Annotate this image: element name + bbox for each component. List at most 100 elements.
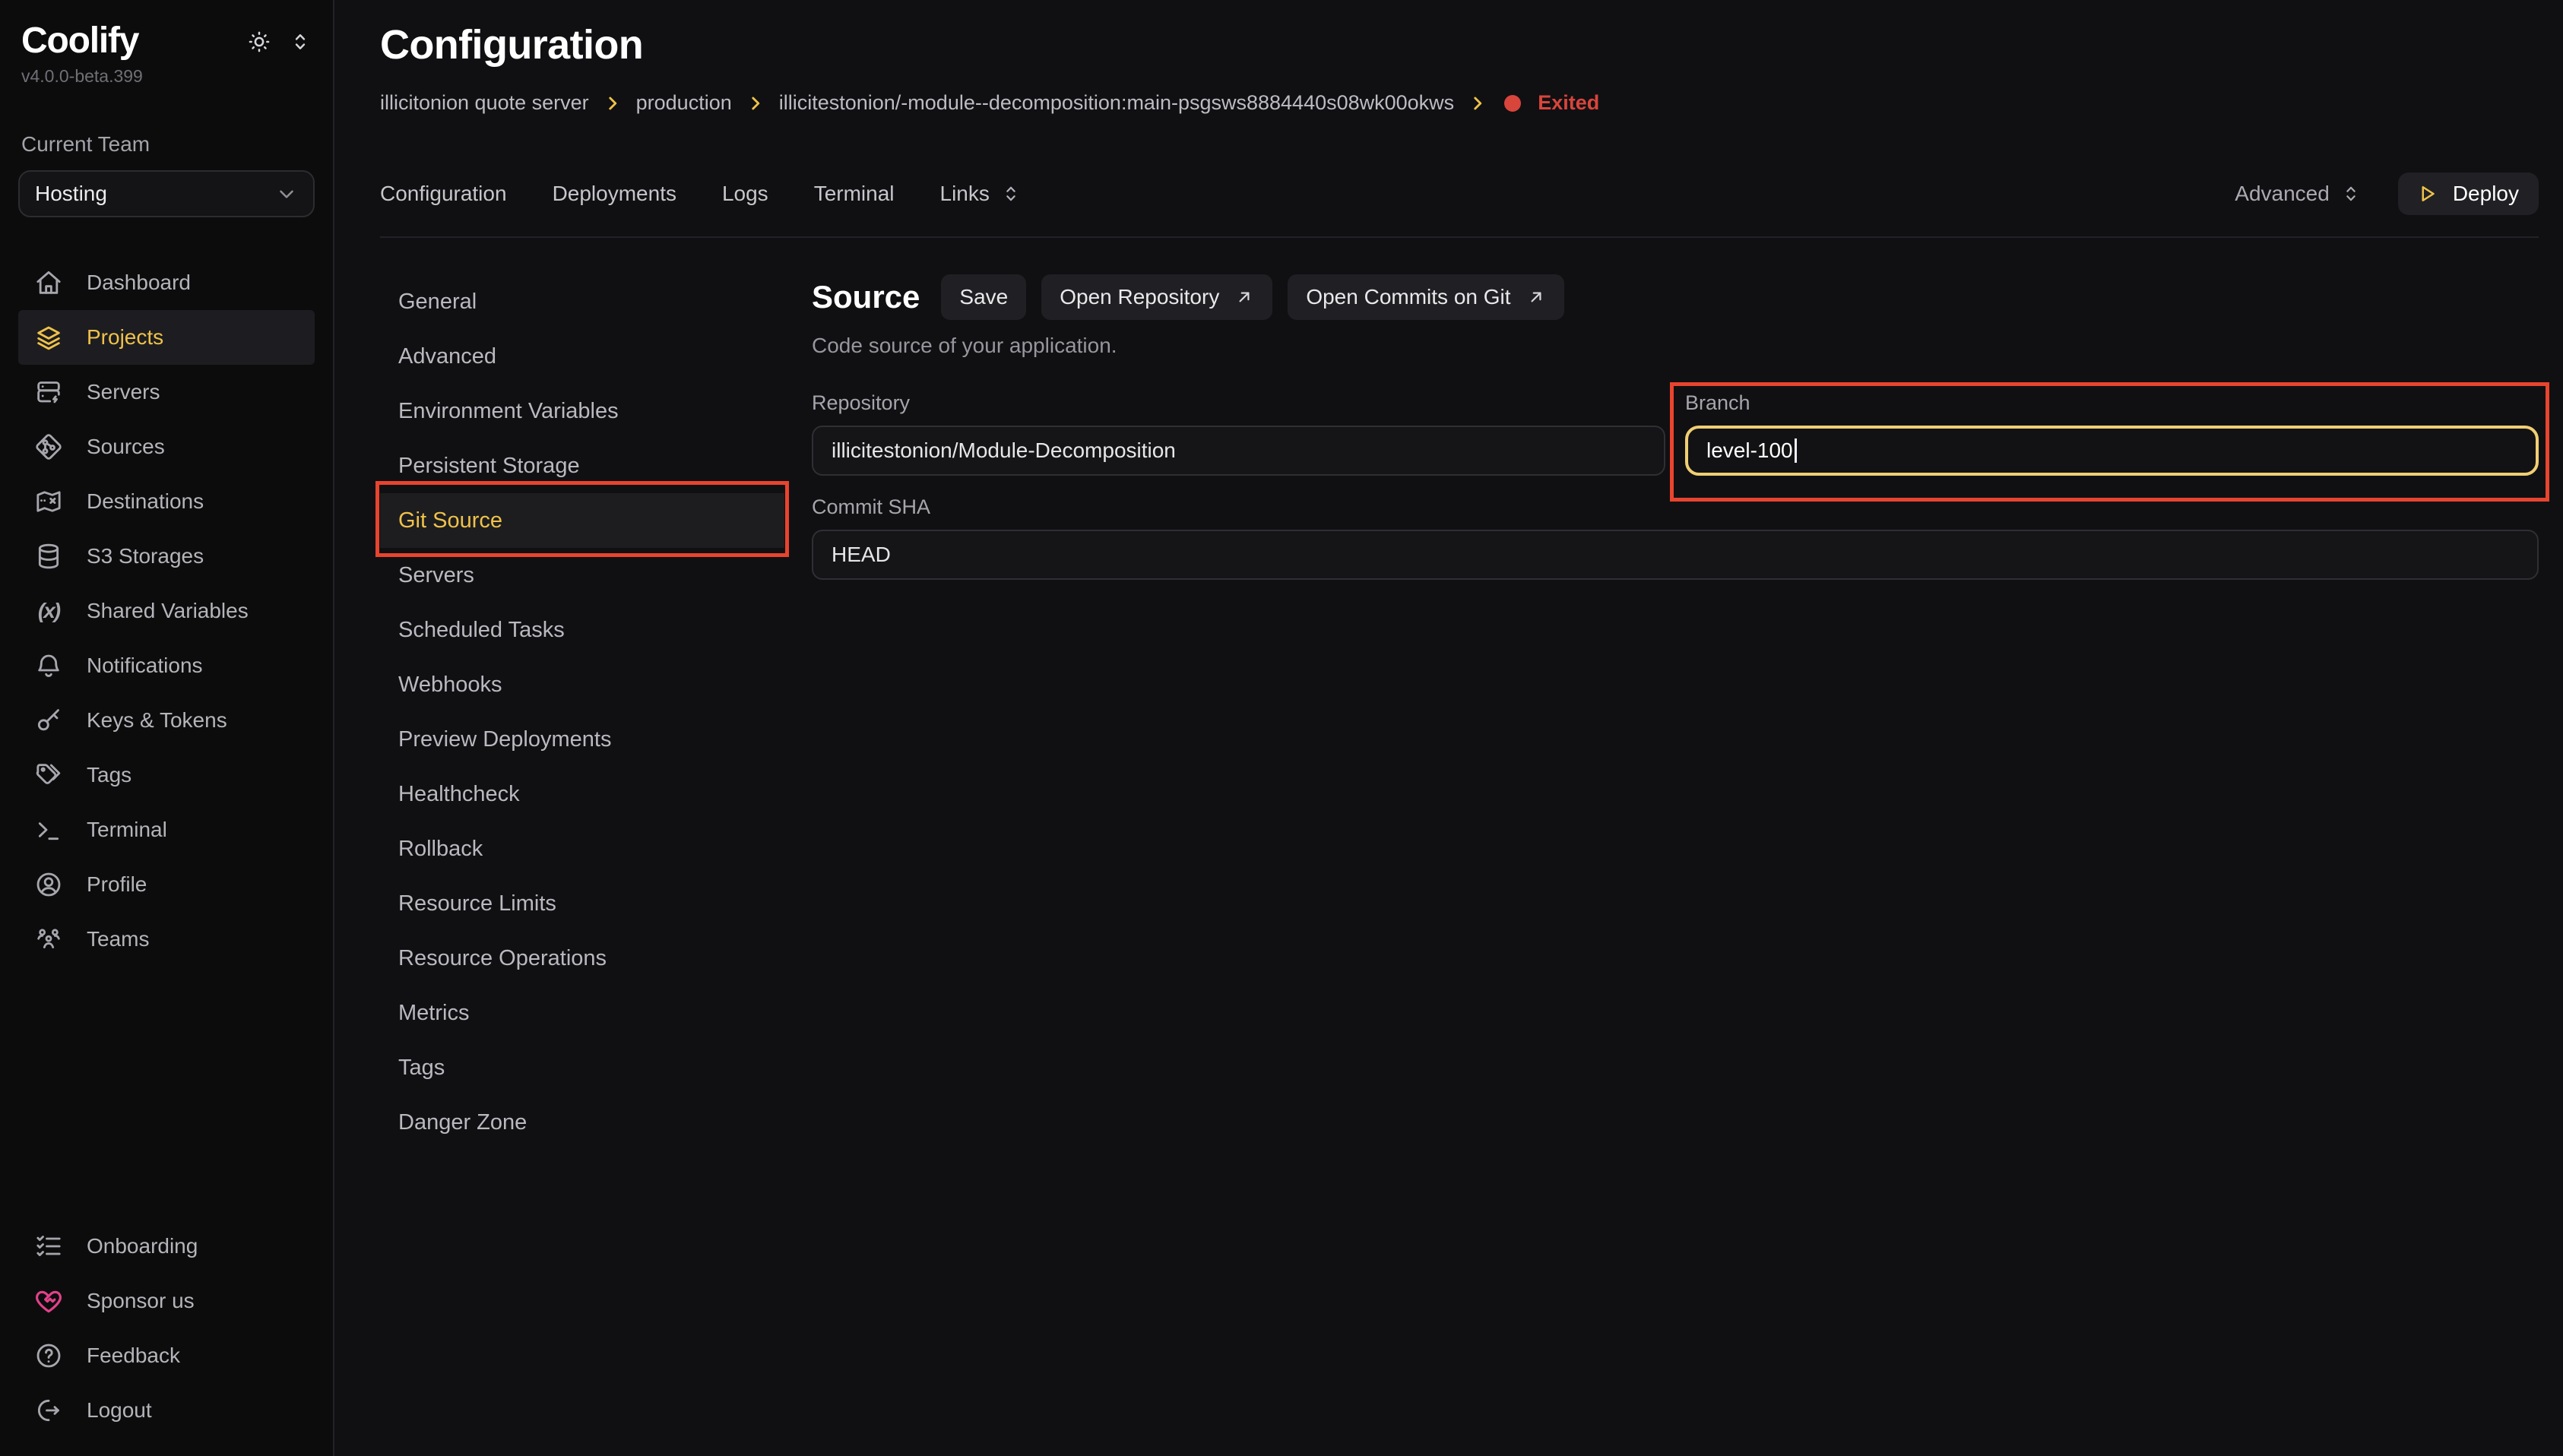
team-select-value: Hosting — [35, 182, 107, 206]
subnav-item-servers[interactable]: Servers — [380, 548, 784, 603]
subnav-item-advanced[interactable]: Advanced — [380, 329, 784, 384]
key-icon — [33, 705, 64, 736]
commit-sha-input[interactable] — [812, 530, 2539, 580]
save-button[interactable]: Save — [941, 274, 1026, 320]
deploy-button[interactable]: Deploy — [2398, 173, 2539, 215]
logo-row: Coolify — [18, 21, 315, 62]
section-description: Code source of your application. — [812, 334, 2539, 358]
sidebar-item-sources[interactable]: Sources — [18, 419, 315, 474]
subnav-item-metrics[interactable]: Metrics — [380, 986, 784, 1040]
sidebar-nav: Dashboard Projects Servers Sources Desti… — [18, 255, 315, 967]
sidebar-footer-nav: Onboarding Sponsor us Feedback Logout — [18, 1219, 315, 1438]
sidebar-item-keys-tokens[interactable]: Keys & Tokens — [18, 693, 315, 748]
heart-handshake-icon — [33, 1286, 64, 1316]
subnav-item-resource-operations[interactable]: Resource Operations — [380, 931, 784, 986]
tab-logs[interactable]: Logs — [722, 182, 768, 206]
sidebar-item-shared-variables[interactable]: (x) Shared Variables — [18, 584, 315, 638]
server-icon — [33, 377, 64, 407]
commit-sha-field-group: Commit SHA — [812, 495, 2539, 580]
sidebar-item-s3-storages[interactable]: S3 Storages — [18, 529, 315, 584]
checklist-icon — [33, 1231, 64, 1261]
repository-field-group: Repository — [812, 391, 1665, 476]
sidebar-item-teams[interactable]: Teams — [18, 912, 315, 967]
sidebar-item-dashboard[interactable]: Dashboard — [18, 255, 315, 310]
home-icon — [33, 267, 64, 298]
subnav-item-webhooks[interactable]: Webhooks — [380, 657, 784, 712]
tabs-row: Configuration Deployments Logs Terminal … — [380, 173, 2539, 215]
branch-field-group: Branch level-100 — [1685, 391, 2539, 476]
play-icon — [2416, 182, 2439, 205]
subnav-item-rollback[interactable]: Rollback — [380, 821, 784, 876]
breadcrumb-environment[interactable]: production — [636, 91, 732, 115]
branch-label: Branch — [1685, 391, 2539, 415]
tab-links[interactable]: Links — [940, 182, 1022, 206]
sidebar-item-tags[interactable]: Tags — [18, 748, 315, 802]
settings-subnav: GeneralAdvancedEnvironment VariablesPers… — [380, 274, 784, 1150]
sidebar-item-terminal[interactable]: Terminal — [18, 802, 315, 857]
variables-icon: (x) — [33, 599, 64, 623]
tab-terminal[interactable]: Terminal — [814, 182, 895, 206]
current-team-label: Current Team — [21, 132, 312, 157]
branch-input[interactable]: level-100 — [1685, 426, 2539, 476]
sidebar-item-logout[interactable]: Logout — [18, 1383, 315, 1438]
sidebar-item-feedback[interactable]: Feedback — [18, 1328, 315, 1383]
sidebar: Coolify v4.0.0-beta.399 Current Team Hos… — [0, 0, 334, 1456]
section-title: Source — [812, 279, 920, 315]
main-content: Configuration illicitonion quote server … — [334, 0, 2563, 1456]
subnav-item-danger-zone[interactable]: Danger Zone — [380, 1095, 784, 1150]
sidebar-item-onboarding[interactable]: Onboarding — [18, 1219, 315, 1274]
sidebar-item-profile[interactable]: Profile — [18, 857, 315, 912]
chevron-right-icon — [746, 93, 765, 113]
subnav-item-environment-variables[interactable]: Environment Variables — [380, 384, 784, 438]
sidebar-item-notifications[interactable]: Notifications — [18, 638, 315, 693]
breadcrumb-project[interactable]: illicitonion quote server — [380, 91, 589, 115]
users-group-icon — [33, 924, 64, 954]
sidebar-item-sponsor[interactable]: Sponsor us — [18, 1274, 315, 1328]
database-icon — [33, 541, 64, 571]
logout-icon — [33, 1395, 64, 1426]
subnav-item-general[interactable]: General — [380, 274, 784, 329]
repository-label: Repository — [812, 391, 1665, 415]
open-repository-button[interactable]: Open Repository — [1041, 274, 1272, 320]
external-link-icon — [1526, 287, 1546, 307]
chevron-right-icon — [603, 93, 623, 113]
theme-selector-icon[interactable] — [289, 30, 312, 53]
subnav-item-healthcheck[interactable]: Healthcheck — [380, 767, 784, 821]
git-icon — [33, 432, 64, 462]
subnav-item-preview-deployments[interactable]: Preview Deployments — [380, 712, 784, 767]
tab-deployments[interactable]: Deployments — [553, 182, 676, 206]
sidebar-item-projects[interactable]: Projects — [18, 310, 315, 365]
advanced-menu[interactable]: Advanced — [2235, 182, 2362, 206]
subnav-item-scheduled-tasks[interactable]: Scheduled Tasks — [380, 603, 784, 657]
breadcrumb: illicitonion quote server production ill… — [380, 91, 2539, 115]
help-circle-icon — [33, 1340, 64, 1371]
tab-configuration[interactable]: Configuration — [380, 182, 507, 206]
subnav-item-tags[interactable]: Tags — [380, 1040, 784, 1095]
repository-input[interactable] — [812, 426, 1665, 476]
tabs-divider — [380, 236, 2539, 238]
open-commits-button[interactable]: Open Commits on Git — [1288, 274, 1563, 320]
theme-sun-icon[interactable] — [246, 29, 272, 55]
layers-icon — [33, 322, 64, 353]
page-title: Configuration — [380, 21, 2539, 68]
breadcrumb-application[interactable]: illicitestonion/-module--decomposition:m… — [779, 91, 1454, 115]
chevron-down-icon — [275, 182, 298, 205]
terminal-icon — [33, 815, 64, 845]
external-link-icon — [1234, 287, 1254, 307]
sidebar-item-destinations[interactable]: Destinations — [18, 474, 315, 529]
subnav-item-git-source[interactable]: Git Source — [380, 493, 784, 548]
selector-icon — [1000, 183, 1022, 204]
subnav-item-resource-limits[interactable]: Resource Limits — [380, 876, 784, 931]
text-caret — [1795, 438, 1797, 463]
map-icon — [33, 486, 64, 517]
source-form: Source Save Open Repository Open Commits… — [812, 274, 2539, 580]
status-dot — [1504, 95, 1521, 112]
status-badge: Exited — [1538, 91, 1599, 115]
sidebar-item-servers[interactable]: Servers — [18, 365, 315, 419]
subnav-item-persistent-storage[interactable]: Persistent Storage — [380, 438, 784, 493]
team-select[interactable]: Hosting — [18, 170, 315, 217]
tags-icon — [33, 760, 64, 790]
selector-icon — [2340, 183, 2362, 204]
app-logo: Coolify — [21, 21, 138, 62]
bell-icon — [33, 650, 64, 681]
